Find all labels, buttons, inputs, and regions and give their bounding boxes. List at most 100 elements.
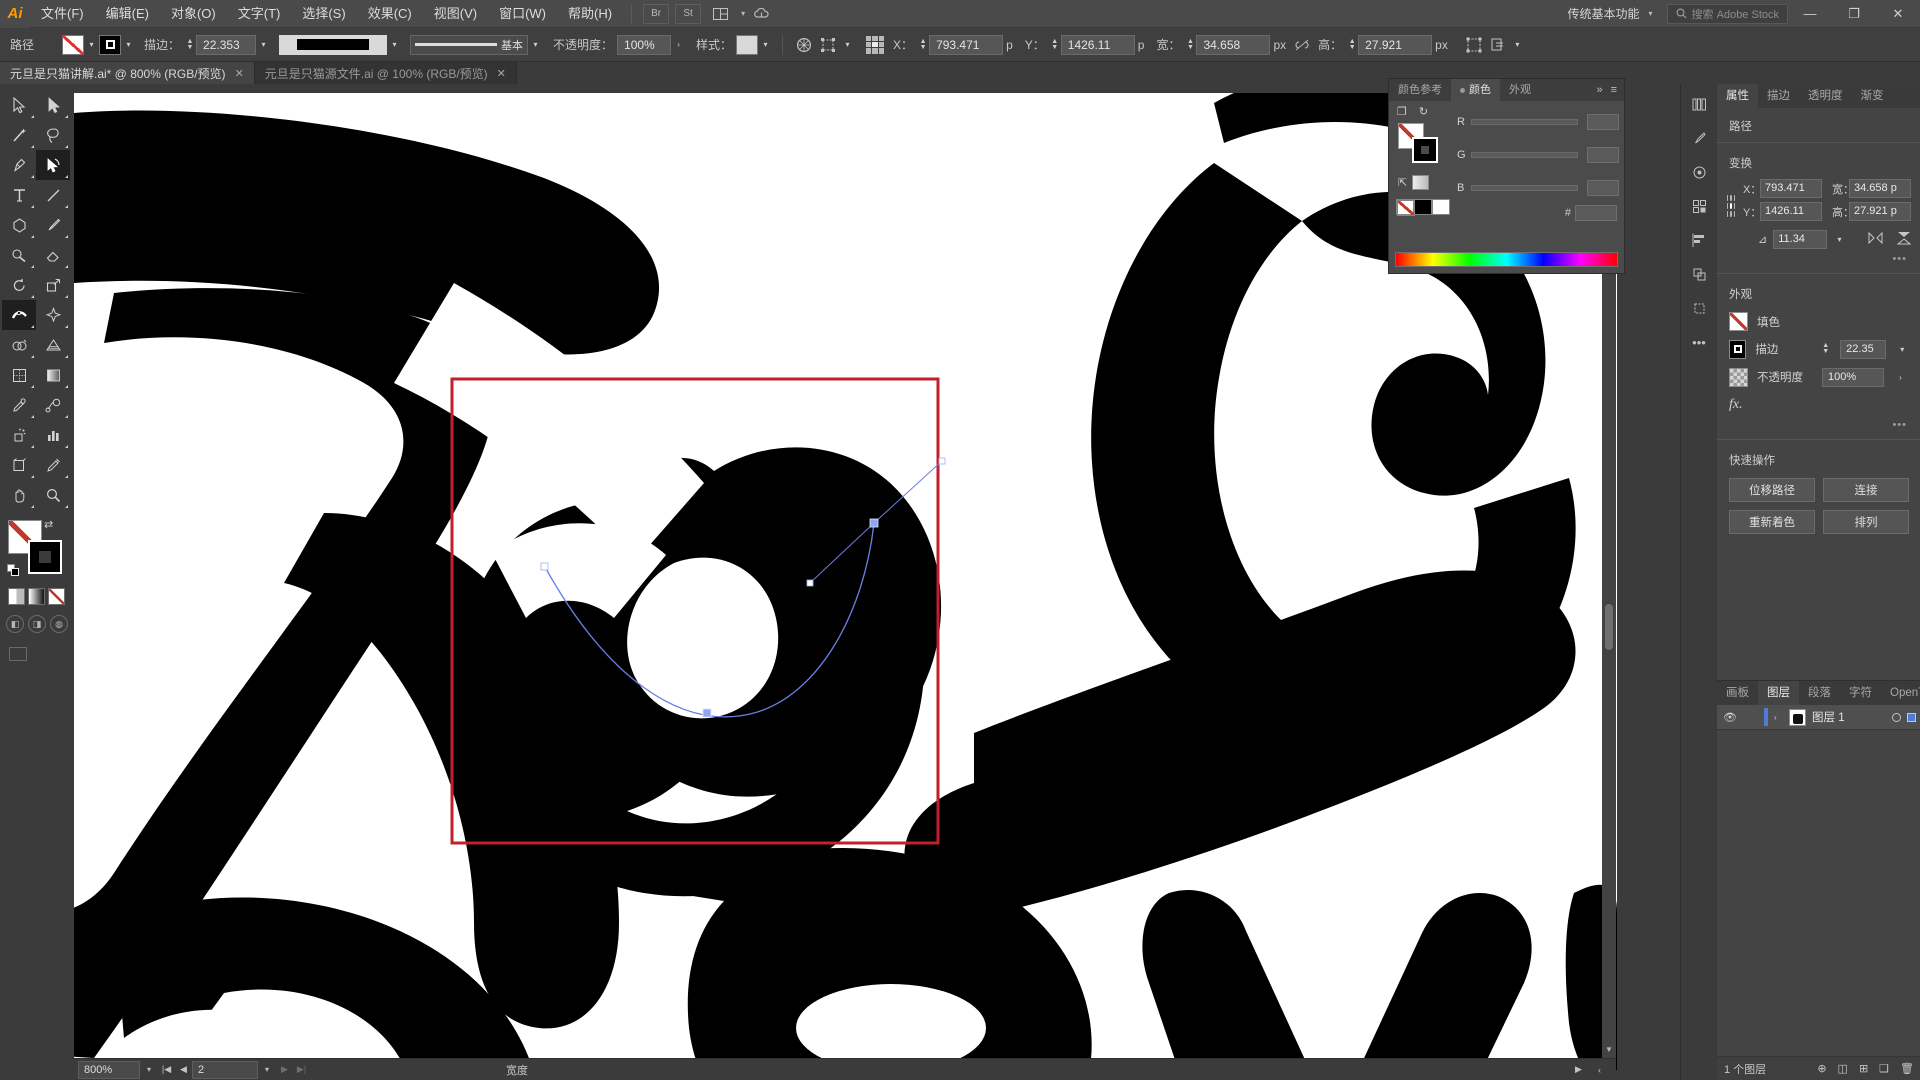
appearance-opacity-input[interactable]: 100% [1822, 367, 1884, 387]
draw-normal-icon[interactable]: ◧ [6, 615, 24, 633]
blend-tool[interactable] [36, 390, 70, 420]
artboard-tool[interactable] [2, 450, 36, 480]
prop-h-input[interactable]: 27.921 p [1849, 202, 1911, 221]
draw-behind-icon[interactable]: ◨ [28, 615, 46, 633]
symbols-icon[interactable] [1685, 158, 1713, 186]
prop-angle-input[interactable]: 11.34 [1773, 229, 1827, 249]
bridge-icon[interactable]: Br [643, 3, 670, 24]
channel-r-slider[interactable] [1471, 119, 1578, 125]
fill-color-swatch[interactable] [62, 34, 84, 55]
y-position-input[interactable]: 1426.11 [1060, 34, 1135, 55]
menu-window[interactable]: 窗口(W) [488, 0, 557, 28]
black-swatch[interactable] [1414, 199, 1432, 215]
color-spectrum-bar[interactable] [1395, 252, 1618, 267]
last-artboard-button[interactable]: ▶| [293, 1061, 310, 1079]
libraries-icon[interactable] [1685, 90, 1713, 118]
arrange-documents-icon[interactable] [707, 4, 733, 24]
zoom-tool[interactable] [36, 480, 70, 510]
tab-stroke[interactable]: 描边 [1758, 84, 1799, 108]
none-mode-button[interactable] [48, 588, 65, 605]
stroke-preset-chevron-down-icon[interactable]: ▾ [387, 35, 402, 55]
fill-chevron-down-icon[interactable]: ▾ [84, 35, 99, 55]
channel-g-slider[interactable] [1471, 152, 1578, 158]
tab-color-guide[interactable]: 颜色参考 [1389, 79, 1451, 101]
style-chevron-down-icon[interactable]: ▾ [758, 35, 773, 55]
color-panel[interactable]: 颜色参考 颜色 外观 » ≡ ❐ ↻ ⇱ R G B # [1388, 78, 1625, 274]
brushes-icon[interactable] [1685, 124, 1713, 152]
locate-object-icon[interactable]: ⊕ [1817, 1062, 1826, 1075]
stroke-color-swatch[interactable] [99, 34, 121, 55]
hex-input[interactable] [1575, 205, 1617, 221]
appearance-stroke-input[interactable]: 22.35 [1840, 339, 1887, 359]
white-swatch[interactable] [1432, 199, 1450, 215]
make-clipping-mask-icon[interactable]: ◫ [1838, 1062, 1848, 1075]
artboard-number-input[interactable]: 2 [192, 1060, 258, 1079]
gradient-tool[interactable] [36, 360, 70, 390]
line-segment-tool[interactable] [36, 180, 70, 210]
stroke-profile-selector[interactable]: 基本 [410, 34, 529, 55]
channel-g-input[interactable] [1587, 147, 1619, 163]
tab-properties[interactable]: 属性 [1717, 84, 1758, 108]
layer-target-icon[interactable] [1892, 712, 1901, 722]
status-play-icon[interactable]: ▶ [1570, 1061, 1587, 1079]
prop-x-input[interactable]: 793.471 [1760, 179, 1822, 198]
window-close-button[interactable]: ✕ [1876, 0, 1920, 28]
tab-color[interactable]: 颜色 [1451, 79, 1500, 101]
arrange-button[interactable]: 排列 [1823, 510, 1909, 534]
lasso-tool[interactable] [36, 120, 70, 150]
reset-color-icon[interactable]: ↻ [1419, 105, 1428, 118]
direct-selection-tool[interactable] [36, 90, 70, 120]
menu-help[interactable]: 帮助(H) [557, 0, 623, 28]
window-restore-button[interactable]: ❐ [1832, 0, 1876, 28]
layer-name[interactable]: 图层 1 [1812, 709, 1886, 725]
delete-layer-icon[interactable]: 🗑 [1900, 1062, 1914, 1075]
stroke-weight-input[interactable]: 22.353 [196, 34, 257, 55]
transform-more-icon[interactable]: ••• [1717, 253, 1920, 271]
prev-artboard-button[interactable]: ◀ [175, 1061, 192, 1079]
grayscale-ramp-swatch[interactable] [1412, 175, 1430, 190]
symbol-sprayer-tool[interactable] [2, 420, 36, 450]
hand-tool[interactable] [2, 480, 36, 510]
layer-expand-icon[interactable]: › [1774, 713, 1783, 722]
height-stepper[interactable]: ▲ ▼ [1346, 35, 1358, 55]
curvature-tool[interactable] [36, 150, 70, 180]
default-fill-stroke-icon[interactable] [7, 564, 20, 577]
channel-r-input[interactable] [1587, 114, 1619, 130]
tab-opentype[interactable]: OpenTyp [1881, 681, 1920, 705]
layer-selection-indicator[interactable] [1907, 712, 1916, 722]
menu-edit[interactable]: 编辑(E) [95, 0, 160, 28]
stroke-preset-preview[interactable] [279, 34, 388, 55]
appearance-stroke-stepper[interactable]: ▲ ▼ [1820, 339, 1831, 359]
eraser-tool[interactable] [36, 240, 70, 270]
swap-color-icon[interactable]: ⇱ [1398, 176, 1407, 189]
more-panels-icon[interactable]: ••• [1685, 328, 1713, 356]
status-collapse-icon[interactable]: ‹ [1591, 1061, 1608, 1079]
layer-visibility-icon[interactable]: 👁 [1722, 711, 1738, 724]
paintbrush-tool[interactable] [36, 210, 70, 240]
appearance-stroke-swatch[interactable] [1729, 339, 1747, 359]
pen-tool[interactable] [2, 150, 36, 180]
tab-appearance[interactable]: 外观 [1500, 79, 1540, 101]
none-swatch[interactable] [1396, 199, 1415, 216]
opacity-expand-icon[interactable]: › [671, 35, 686, 55]
cloud-sync-icon[interactable] [748, 4, 774, 24]
screen-mode-button[interactable] [9, 647, 27, 661]
document-setup-icon[interactable] [1486, 34, 1510, 56]
transform-panel-icon[interactable] [816, 34, 840, 56]
transform-chevron-down-icon[interactable]: ▾ [840, 35, 855, 55]
collapse-panel-icon[interactable]: » [1596, 84, 1602, 96]
type-tool[interactable] [2, 180, 36, 210]
tab-artboards[interactable]: 画板 [1717, 681, 1758, 705]
height-input[interactable]: 27.921 [1358, 34, 1433, 55]
document-tab-2[interactable]: 元旦是只猫源文件.ai @ 100% (RGB/预览) ✕ [254, 62, 517, 84]
color-mode-button[interactable] [8, 588, 25, 605]
gradient-mode-button[interactable] [28, 588, 45, 605]
appearance-stroke-chevron-down-icon[interactable]: ▾ [1895, 339, 1909, 359]
x-stepper[interactable]: ▲ ▼ [917, 35, 929, 55]
color-panel-stroke-swatch[interactable] [1412, 137, 1438, 163]
appearance-fx-button[interactable]: fx. [1717, 391, 1920, 419]
rotate-tool[interactable] [2, 270, 36, 300]
menu-type[interactable]: 文字(T) [227, 0, 292, 28]
stroke-weight-stepper[interactable]: ▲ ▼ [184, 35, 196, 55]
stock-icon[interactable]: St [675, 3, 702, 24]
